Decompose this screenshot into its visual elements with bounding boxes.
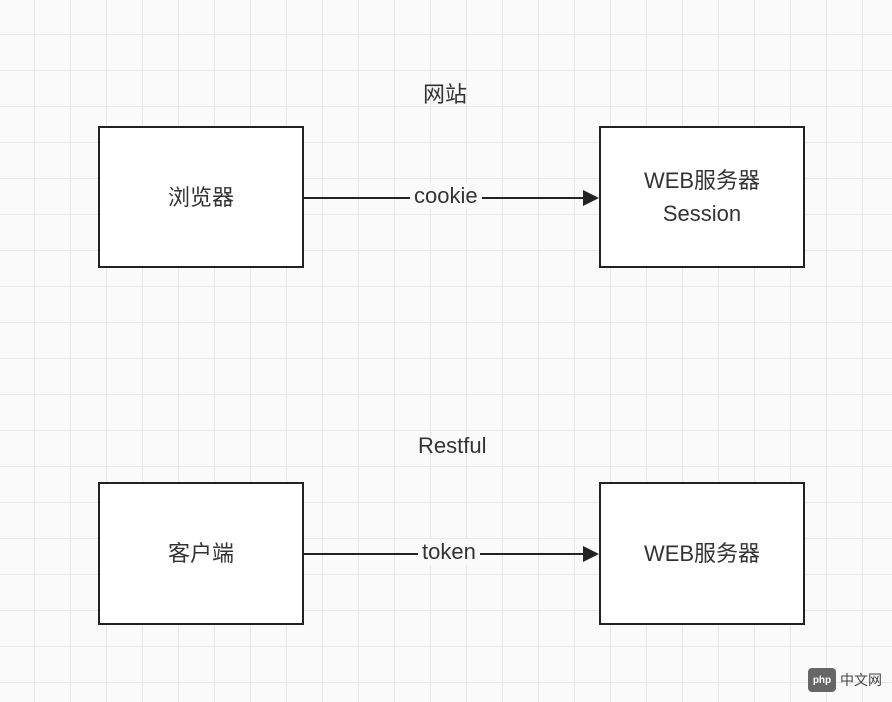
diagram1-left-box: 浏览器: [98, 126, 304, 268]
diagram2-left-label: 客户端: [168, 537, 234, 570]
diagram1-right-label-line2: Session: [663, 197, 741, 230]
watermark-text: 中文网: [840, 670, 882, 690]
diagram1-edge-label: cookie: [410, 183, 482, 209]
diagram1-right-label-line1: WEB服务器: [644, 164, 760, 197]
diagram1-left-label: 浏览器: [168, 181, 234, 214]
diagram2-right-label: WEB服务器: [644, 537, 760, 570]
watermark: php 中文网: [808, 668, 882, 692]
diagram2-left-box: 客户端: [98, 482, 304, 625]
diagram2-right-box: WEB服务器: [599, 482, 805, 625]
watermark-logo-icon: php: [808, 668, 836, 692]
diagram2-title: Restful: [418, 433, 486, 459]
diagram1-arrow-head: [583, 190, 599, 206]
diagram2-edge-label: token: [418, 539, 480, 565]
diagram1-title: 网站: [423, 77, 467, 109]
diagram2-arrow-head: [583, 546, 599, 562]
diagram1-right-box: WEB服务器 Session: [599, 126, 805, 268]
